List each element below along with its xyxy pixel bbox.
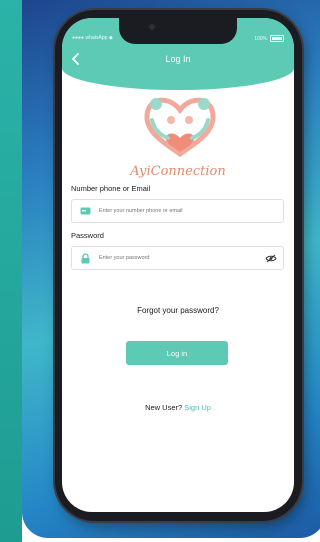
status-battery-group: 100% [254, 35, 284, 42]
email-label: Number phone or Email [71, 184, 151, 193]
new-user-text: New User? [145, 403, 183, 412]
eye-off-icon[interactable] [264, 254, 278, 263]
phone-notch [119, 18, 237, 44]
password-field[interactable] [97, 254, 264, 262]
lock-icon [77, 252, 93, 264]
battery-icon [270, 35, 284, 42]
email-field-wrapper[interactable] [71, 199, 284, 223]
card-icon [77, 207, 93, 215]
status-battery-percent: 100% [254, 35, 267, 42]
status-carrier: ●●●● whatsApp ◆ [72, 35, 113, 41]
forgot-password-link[interactable]: Forgot your password? [62, 306, 294, 315]
sign-up-link[interactable]: Sign Up [184, 403, 211, 412]
password-label: Password [71, 231, 104, 240]
background-edge [0, 0, 22, 542]
camera-icon [149, 24, 155, 30]
app-logo [130, 80, 230, 170]
login-button[interactable]: Log in [126, 341, 228, 365]
page-title: Log In [165, 54, 191, 64]
password-field-wrapper[interactable] [71, 246, 284, 270]
brand-name: AyiConnection [130, 164, 226, 179]
phone-screen: ●●●● whatsApp ◆ 100% Log In AyiConnectio… [62, 18, 294, 512]
new-user-row: New User? Sign Up [62, 403, 294, 412]
email-field[interactable] [97, 207, 283, 215]
logo-heart-icon [144, 97, 216, 158]
